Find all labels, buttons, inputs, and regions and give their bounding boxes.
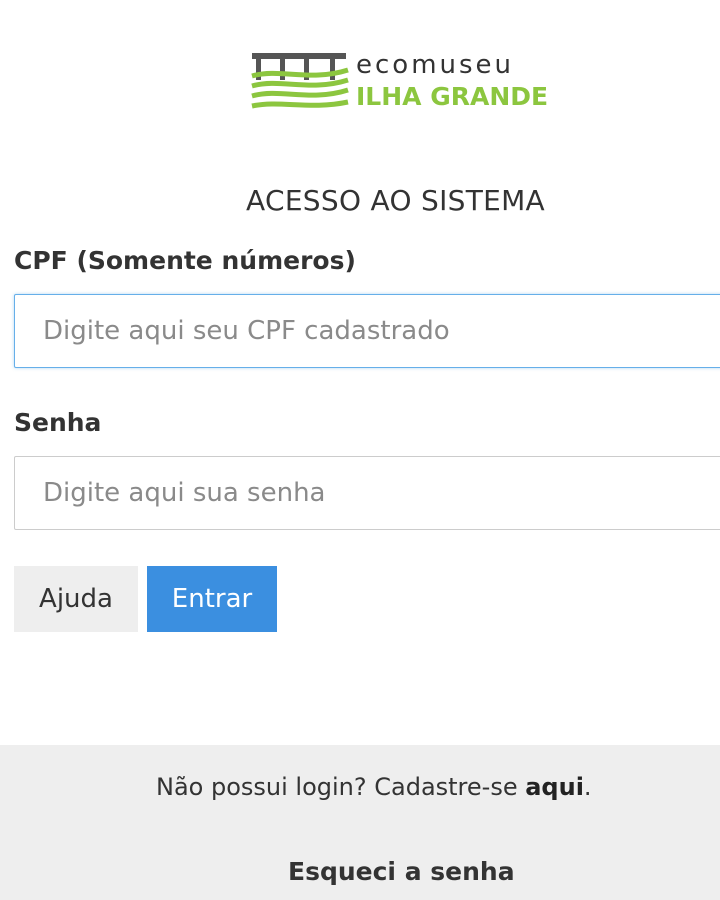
- password-input[interactable]: [14, 456, 720, 530]
- login-page: ecomuseu ILHA GRANDE ACESSO AO SISTEMA C…: [0, 0, 720, 900]
- logo-word-ilha-grande: ILHA GRANDE: [356, 82, 549, 111]
- ecomuseu-logo-mark-icon: [251, 53, 349, 109]
- forgot-password-link[interactable]: Esqueci a senha: [288, 857, 515, 886]
- signup-text: Não possui login? Cadastre-se: [156, 773, 526, 801]
- signup-suffix: .: [583, 773, 592, 801]
- login-button[interactable]: Entrar: [147, 566, 277, 632]
- cpf-label: CPF (Somente números): [14, 246, 356, 275]
- logo-word-ecomuseu: ecomuseu: [356, 50, 515, 80]
- signup-prompt: Não possui login? Cadastre-se aqui.: [156, 773, 592, 801]
- cpf-input[interactable]: [14, 294, 720, 368]
- signup-link[interactable]: aqui: [525, 773, 584, 801]
- help-button[interactable]: Ajuda: [14, 566, 138, 632]
- ecomuseu-logo: ecomuseu ILHA GRANDE: [250, 50, 550, 114]
- login-footer: Não possui login? Cadastre-se aqui. Esqu…: [0, 745, 720, 900]
- page-title: ACESSO AO SISTEMA: [246, 184, 546, 217]
- password-label: Senha: [14, 408, 102, 437]
